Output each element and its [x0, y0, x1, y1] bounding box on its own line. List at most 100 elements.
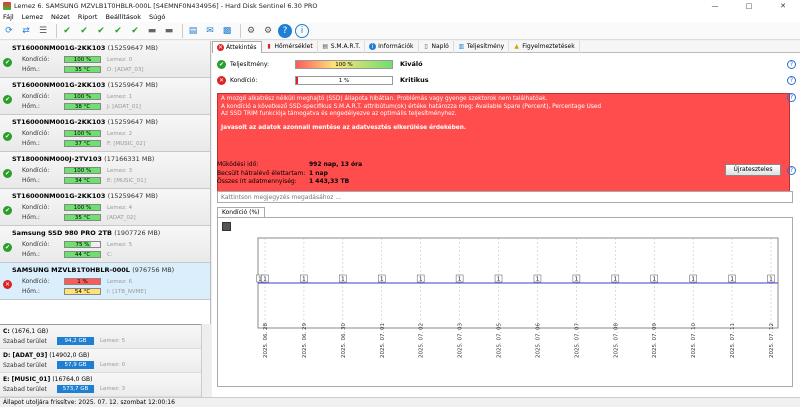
free-space-label: Szabad terület: [3, 386, 47, 393]
mail-icon[interactable]: ✉: [203, 24, 217, 38]
menu-file[interactable]: Fájl: [3, 13, 14, 21]
menu-disk[interactable]: Lemez: [22, 13, 43, 21]
temp-row: Hőm.: 35 °C [ADAT_02]: [22, 214, 136, 221]
help-icon[interactable]: ?: [787, 166, 796, 175]
drive-letter: [ADAT_02]: [107, 214, 136, 221]
disk-check-icon[interactable]: ✔: [60, 24, 74, 38]
partition-name: D: [ADAT_03] (14902,0 GB): [3, 352, 89, 359]
data-label: 1: [691, 277, 695, 283]
minimize-button[interactable]: —: [698, 2, 732, 10]
menu-report[interactable]: Riport: [78, 13, 98, 21]
temp-label: Hőm.:: [22, 288, 40, 295]
help-icon[interactable]: ?: [787, 60, 796, 69]
data-label: 1: [302, 277, 306, 283]
health-label: Kondíció:: [22, 93, 50, 100]
partition-item[interactable]: C: (1676,1 GB) Szabad terület 94,2 GB Le…: [0, 325, 210, 349]
close-button[interactable]: ✕: [766, 2, 800, 10]
health-chart: 2025. 06. 28 2025. 06. 29 2025. 06. 30 2025…: [217, 217, 793, 387]
partition-size: (16764,0 GB): [52, 376, 93, 383]
data-label: 1: [614, 277, 618, 283]
menu-help[interactable]: Súgó: [149, 13, 165, 21]
x-tick-label: 2025. 07. 05: [497, 323, 503, 358]
health-label: Kondíció:: [22, 241, 50, 248]
retest-button[interactable]: Újrateszteles: [725, 164, 781, 176]
partition-item[interactable]: D: [ADAT_03] (14902,0 GB) Szabad terület…: [0, 349, 210, 373]
tab-smart[interactable]: ▤ S.M.A.R.T.: [318, 40, 366, 53]
disk-test-icon[interactable]: ✔: [94, 24, 108, 38]
settings-advanced-icon[interactable]: ⚙: [261, 24, 275, 38]
tab-health-chart[interactable]: Kondíció (%): [217, 207, 265, 217]
x-tick-label: 2025. 07. 09: [652, 323, 658, 358]
disk-name: Samsung SSD 980 PRO 2TB (1907726 MB): [12, 229, 160, 237]
health-label: Kondíció:: [22, 204, 50, 211]
menu-view[interactable]: Nézet: [51, 13, 70, 21]
performance-label: Teljesítmény:: [230, 60, 269, 68]
comment-input[interactable]: Kattintson megjegyzés megadásához ...: [217, 191, 793, 203]
disk-item[interactable]: ST16000NM001G-2KK103 (15259647 MB) ✔ Kon…: [0, 115, 210, 152]
disk-item[interactable]: ST18000NM000J-2TV103 (17166331 MB) ✔ Kon…: [0, 152, 210, 189]
disk-ok-icon[interactable]: ✔: [77, 24, 91, 38]
maximize-button[interactable]: □: [732, 2, 766, 10]
toolbar: ⟳ ⇄ ☰ ✔ ✔ ✔ ✔ ✔ ▬ ▬ ▤ ✉ ▩ ⚙ ⚙ ? i: [0, 22, 800, 40]
temp-label: Hőm.:: [22, 103, 40, 110]
stat-row: Összes írt adatmennyiség: 1 443,33 TB: [217, 178, 362, 187]
disk-index: Lemez: 6: [107, 278, 133, 285]
tab-bar: ✕ Áttekintés ▮ Hőmérséklet ▤ S.M.A.R.T. i In…: [212, 40, 800, 53]
disk-drive2-icon[interactable]: ▬: [162, 24, 176, 38]
drive-letter: I: [1TB_NVME]: [107, 288, 146, 295]
disk-size: (1907726 MB): [114, 229, 161, 237]
disk-drive-icon[interactable]: ▬: [145, 24, 159, 38]
error-icon: ✕: [3, 280, 12, 289]
tab-overview[interactable]: ✕ Áttekintés: [212, 40, 262, 53]
disk-item[interactable]: ST16000NM001G-2KK103 (15259647 MB) ✔ Kon…: [0, 41, 210, 78]
network-icon[interactable]: ▩: [220, 24, 234, 38]
check-icon: ✔: [3, 206, 12, 215]
tab-label: Napló: [431, 43, 449, 50]
list-icon[interactable]: ☰: [36, 24, 50, 38]
disk-model: SAMSUNG MZVLB1T0HBLR-000L: [12, 266, 130, 274]
disk-name: ST18000NM000J-2TV103 (17166331 MB): [12, 155, 154, 163]
stat-label: Becsült hátralévő élettartam:: [217, 169, 306, 177]
menu-settings[interactable]: Beállítások: [105, 13, 141, 21]
info-icon[interactable]: i: [295, 23, 309, 38]
disk-item[interactable]: ST16000NM001G-2KK103 (15259647 MB) ✔ Kon…: [0, 189, 210, 226]
tab-performance[interactable]: ▥ Teljesítmény: [454, 40, 510, 53]
disk-size: (17166331 MB): [104, 155, 155, 163]
temp-value: 37 °C: [74, 141, 91, 147]
tab-log[interactable]: ▯ Napló: [419, 40, 454, 53]
disk-model: ST16000NM001G-2KK103: [12, 192, 106, 200]
data-label: 1: [419, 277, 423, 283]
title-bar: Lemez 6. SAMSUNG MZVLB1T0HBLR-000L [S4EM…: [0, 0, 800, 12]
health-value: 100 %: [73, 168, 92, 174]
data-label: 1: [258, 277, 262, 283]
gear-icon[interactable]: ⚙: [244, 24, 258, 38]
x-tick-label: 2025. 07. 11: [730, 323, 736, 358]
partition-name: E: [MUSIC_01] (16764,0 GB): [3, 376, 93, 383]
tab-alerts[interactable]: ▲ Figyelmeztetések: [509, 40, 580, 53]
help-icon[interactable]: ?: [787, 76, 796, 85]
health-row: Kondíció: 100 % Lemez: 2: [22, 130, 132, 137]
disk-item-selected[interactable]: SAMSUNG MZVLB1T0HBLR-000L (976756 MB) ✕ …: [0, 263, 210, 300]
report-icon[interactable]: ▤: [186, 24, 200, 38]
help-icon[interactable]: ?: [278, 23, 292, 38]
drive-letter: J: [ADAT_01]: [107, 103, 141, 110]
data-label: 1: [769, 277, 773, 283]
refresh-icon[interactable]: ⟳: [2, 24, 16, 38]
disk-info-icon[interactable]: ✔: [128, 24, 142, 38]
data-label: 1: [341, 277, 345, 283]
disk-size: (15259647 MB): [107, 44, 158, 52]
partition-item[interactable]: E: [MUSIC_01] (16764,0 GB) Szabad terüle…: [0, 373, 210, 397]
temp-bar: 35 °C: [64, 214, 101, 221]
tab-temperature[interactable]: ▮ Hőmérséklet: [262, 40, 318, 53]
check-icon: ✔: [3, 243, 12, 252]
data-label: 1: [730, 277, 734, 283]
disk-item[interactable]: ST16000NM001G-2KK103 (15259647 MB) ✔ Kon…: [0, 78, 210, 115]
disk-item[interactable]: Samsung SSD 980 PRO 2TB (1907726 MB) ✔ K…: [0, 226, 210, 263]
tab-information[interactable]: i Információk: [365, 40, 419, 53]
help-icon[interactable]: ?: [787, 93, 796, 102]
partition-scrollbar[interactable]: [201, 324, 211, 397]
refresh-all-icon[interactable]: ⇄: [19, 24, 33, 38]
health-label: Kondíció:: [22, 56, 50, 63]
temp-label: Hőm.:: [22, 140, 40, 147]
disk-surface-icon[interactable]: ✔: [111, 24, 125, 38]
